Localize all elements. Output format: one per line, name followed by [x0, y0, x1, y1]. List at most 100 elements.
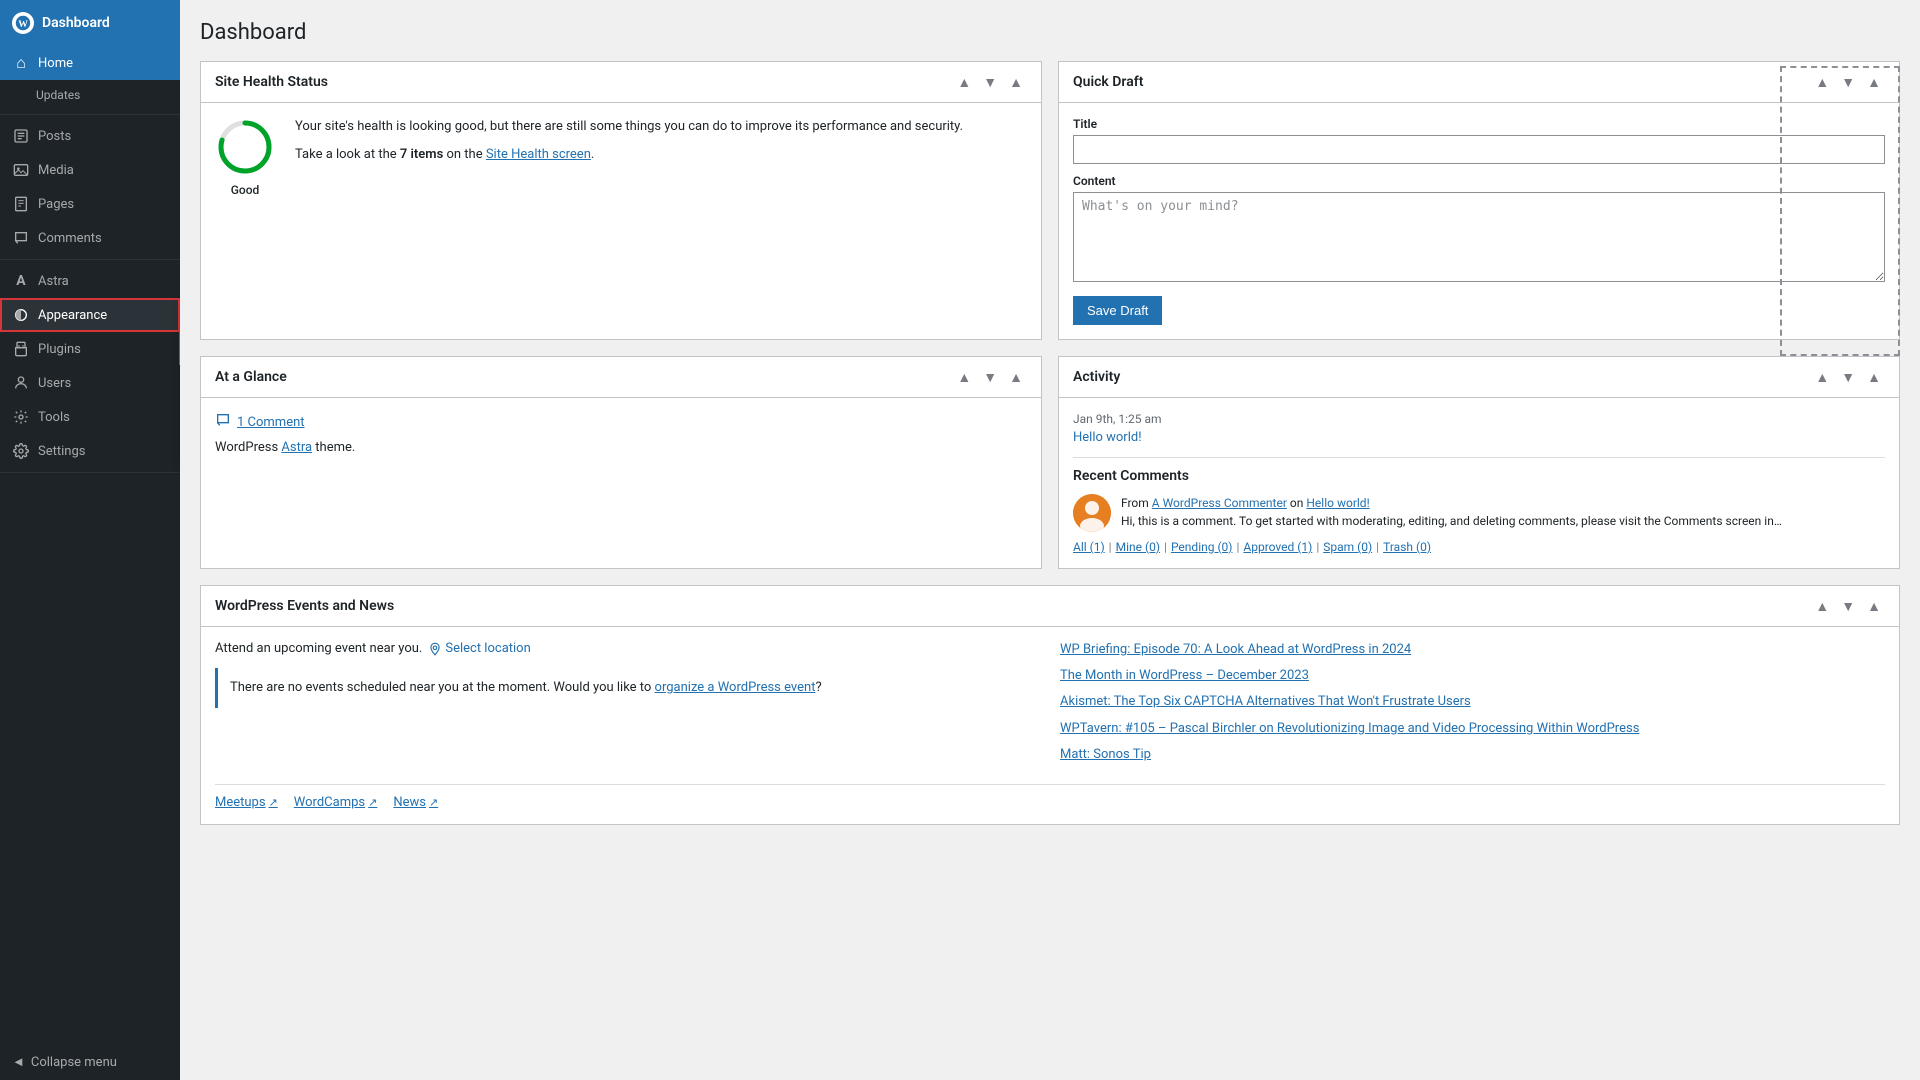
activity-link[interactable]: Hello world!	[1073, 430, 1142, 445]
news-item-5: Matt: Sonos Tip	[1060, 746, 1885, 764]
events-up-btn[interactable]: ▲	[1811, 596, 1833, 616]
quick-draft-body: Title Content Save Draft	[1059, 103, 1899, 339]
on-label: on	[1290, 496, 1303, 510]
comments-all-link[interactable]: All (1)	[1073, 540, 1105, 554]
activity-header: Activity ▲ ▼ ▲	[1059, 357, 1899, 398]
no-events-text: There are no events scheduled near you a…	[230, 680, 655, 695]
astra-theme-link[interactable]: Astra	[281, 440, 312, 455]
at-a-glance-controls: ▲ ▼ ▲	[953, 367, 1027, 387]
wordcamps-icon: ↗	[368, 796, 377, 809]
news-link-footer[interactable]: News ↗	[393, 795, 438, 810]
site-health-up-btn[interactable]: ▲	[953, 72, 975, 92]
health-message: Your site's health is looking good, but …	[295, 117, 963, 137]
wordcamps-link[interactable]: WordCamps ↗	[294, 795, 378, 810]
sidebar-item-users[interactable]: Users	[0, 366, 180, 400]
health-circle: Good	[215, 117, 275, 197]
quick-draft-down-btn[interactable]: ▼	[1837, 72, 1859, 92]
save-draft-button[interactable]: Save Draft	[1073, 296, 1162, 325]
comments-approved-link[interactable]: Approved (1)	[1243, 540, 1312, 554]
sidebar-item-tools-label: Tools	[38, 410, 70, 425]
activity-up-btn[interactable]: ▲	[1811, 367, 1833, 387]
users-icon	[12, 374, 30, 392]
events-down-btn[interactable]: ▼	[1837, 596, 1859, 616]
news-link-5[interactable]: Matt: Sonos Tip	[1060, 746, 1885, 764]
comment-post-link[interactable]: Hello world!	[1306, 496, 1369, 510]
sidebar-item-astra[interactable]: A Astra	[0, 264, 180, 298]
sidebar-item-settings[interactable]: Settings	[0, 434, 180, 468]
comments-mine-link[interactable]: Mine (0)	[1116, 540, 1160, 554]
events-news-controls: ▲ ▼ ▲	[1811, 596, 1885, 616]
sidebar-item-plugins[interactable]: Plugins	[0, 332, 180, 366]
collapse-arrow-icon: ◄	[12, 1054, 25, 1070]
sidebar-item-updates-label: Updates	[36, 88, 80, 102]
draft-content-input[interactable]	[1073, 192, 1885, 282]
collapse-menu-label: Collapse menu	[31, 1055, 117, 1070]
select-location[interactable]: Select location	[428, 641, 530, 656]
health-cta-link[interactable]: Site Health screen	[486, 147, 591, 162]
sidebar-item-users-label: Users	[38, 376, 71, 391]
sidebar-item-appearance[interactable]: Appearance	[0, 298, 180, 332]
sep1: |	[1109, 540, 1112, 554]
health-cta-prefix: Take a look at the	[295, 147, 400, 162]
comment-links-row: All (1) | Mine (0) | Pending (0) | Appro…	[1073, 540, 1885, 554]
sidebar-title: Dashboard	[42, 15, 110, 31]
appearance-icon	[12, 306, 30, 324]
sidebar-sep-1	[0, 114, 180, 115]
news-footer-label: News	[393, 795, 426, 810]
comments-pending-link[interactable]: Pending (0)	[1171, 540, 1233, 554]
activity-body: Jan 9th, 1:25 am Hello world! Recent Com…	[1059, 398, 1899, 568]
sidebar-item-plugins-label: Plugins	[38, 342, 81, 357]
comment-header-text: From A WordPress Commenter on Hello worl…	[1121, 494, 1782, 512]
sidebar-item-comments[interactable]: Comments	[0, 221, 180, 255]
at-a-glance-toggle-btn[interactable]: ▲	[1005, 367, 1027, 387]
draft-title-input[interactable]	[1073, 135, 1885, 164]
sidebar-header[interactable]: W Dashboard	[0, 0, 180, 46]
at-a-glance-header: At a Glance ▲ ▼ ▲	[201, 357, 1041, 398]
svg-text:W: W	[18, 19, 28, 30]
comment-count-link[interactable]: 1 Comment	[237, 415, 305, 430]
comments-trash-link[interactable]: Trash (0)	[1383, 540, 1431, 554]
comment-author-link[interactable]: A WordPress Commenter	[1152, 496, 1287, 510]
news-link-2[interactable]: The Month in WordPress – December 2023	[1060, 667, 1885, 685]
news-link-4[interactable]: WPTavern: #105 – Pascal Birchler on Revo…	[1060, 720, 1885, 738]
comment-count-row: 1 Comment	[215, 412, 1027, 432]
sidebar-item-home-label: Home	[38, 56, 73, 71]
home-icon: ⌂	[12, 54, 30, 72]
sidebar-item-updates[interactable]: Updates	[0, 80, 180, 110]
wp-logo: W	[12, 12, 34, 34]
collapse-menu-button[interactable]: ◄ Collapse menu	[0, 1044, 180, 1080]
site-health-title: Site Health Status	[215, 74, 328, 90]
panels-grid: Site Health Status ▲ ▼ ▲ Good	[200, 61, 1900, 825]
quick-draft-toggle-btn[interactable]: ▲	[1863, 72, 1885, 92]
at-a-glance-down-btn[interactable]: ▼	[979, 367, 1001, 387]
meetups-link[interactable]: Meetups ↗	[215, 795, 278, 810]
theme-suffix: theme.	[315, 440, 355, 455]
sidebar-sep-3	[0, 472, 180, 473]
at-a-glance-title: At a Glance	[215, 369, 287, 385]
health-text: Your site's health is looking good, but …	[295, 117, 963, 164]
activity-controls: ▲ ▼ ▲	[1811, 367, 1885, 387]
quick-draft-up-btn[interactable]: ▲	[1811, 72, 1833, 92]
organize-event-link[interactable]: organize a WordPress event	[655, 680, 816, 695]
appearance-wrapper: Appearance Themes Customize Widgets Menu…	[0, 298, 180, 332]
news-link-3[interactable]: Akismet: The Top Six CAPTCHA Alternative…	[1060, 693, 1885, 711]
theme-text-static: WordPress Astra	[215, 440, 315, 455]
events-news-title: WordPress Events and News	[215, 598, 394, 614]
activity-down-btn[interactable]: ▼	[1837, 367, 1859, 387]
news-link-1[interactable]: WP Briefing: Episode 70: A Look Ahead at…	[1060, 641, 1885, 659]
sidebar-item-home[interactable]: ⌂ Home	[0, 46, 180, 80]
health-cta-text: on the	[443, 147, 486, 162]
sidebar-item-media[interactable]: Media	[0, 153, 180, 187]
comments-icon	[12, 229, 30, 247]
site-health-down-btn[interactable]: ▼	[979, 72, 1001, 92]
activity-toggle-btn[interactable]: ▲	[1863, 367, 1885, 387]
sidebar-item-posts[interactable]: Posts	[0, 119, 180, 153]
sidebar-item-pages[interactable]: Pages	[0, 187, 180, 221]
site-health-toggle-btn[interactable]: ▲	[1005, 72, 1027, 92]
at-a-glance-up-btn[interactable]: ▲	[953, 367, 975, 387]
events-toggle-btn[interactable]: ▲	[1863, 596, 1885, 616]
comments-spam-link[interactable]: Spam (0)	[1323, 540, 1372, 554]
sidebar-item-comments-label: Comments	[38, 231, 102, 246]
health-cta-suffix: .	[591, 147, 594, 162]
sidebar-item-tools[interactable]: Tools	[0, 400, 180, 434]
